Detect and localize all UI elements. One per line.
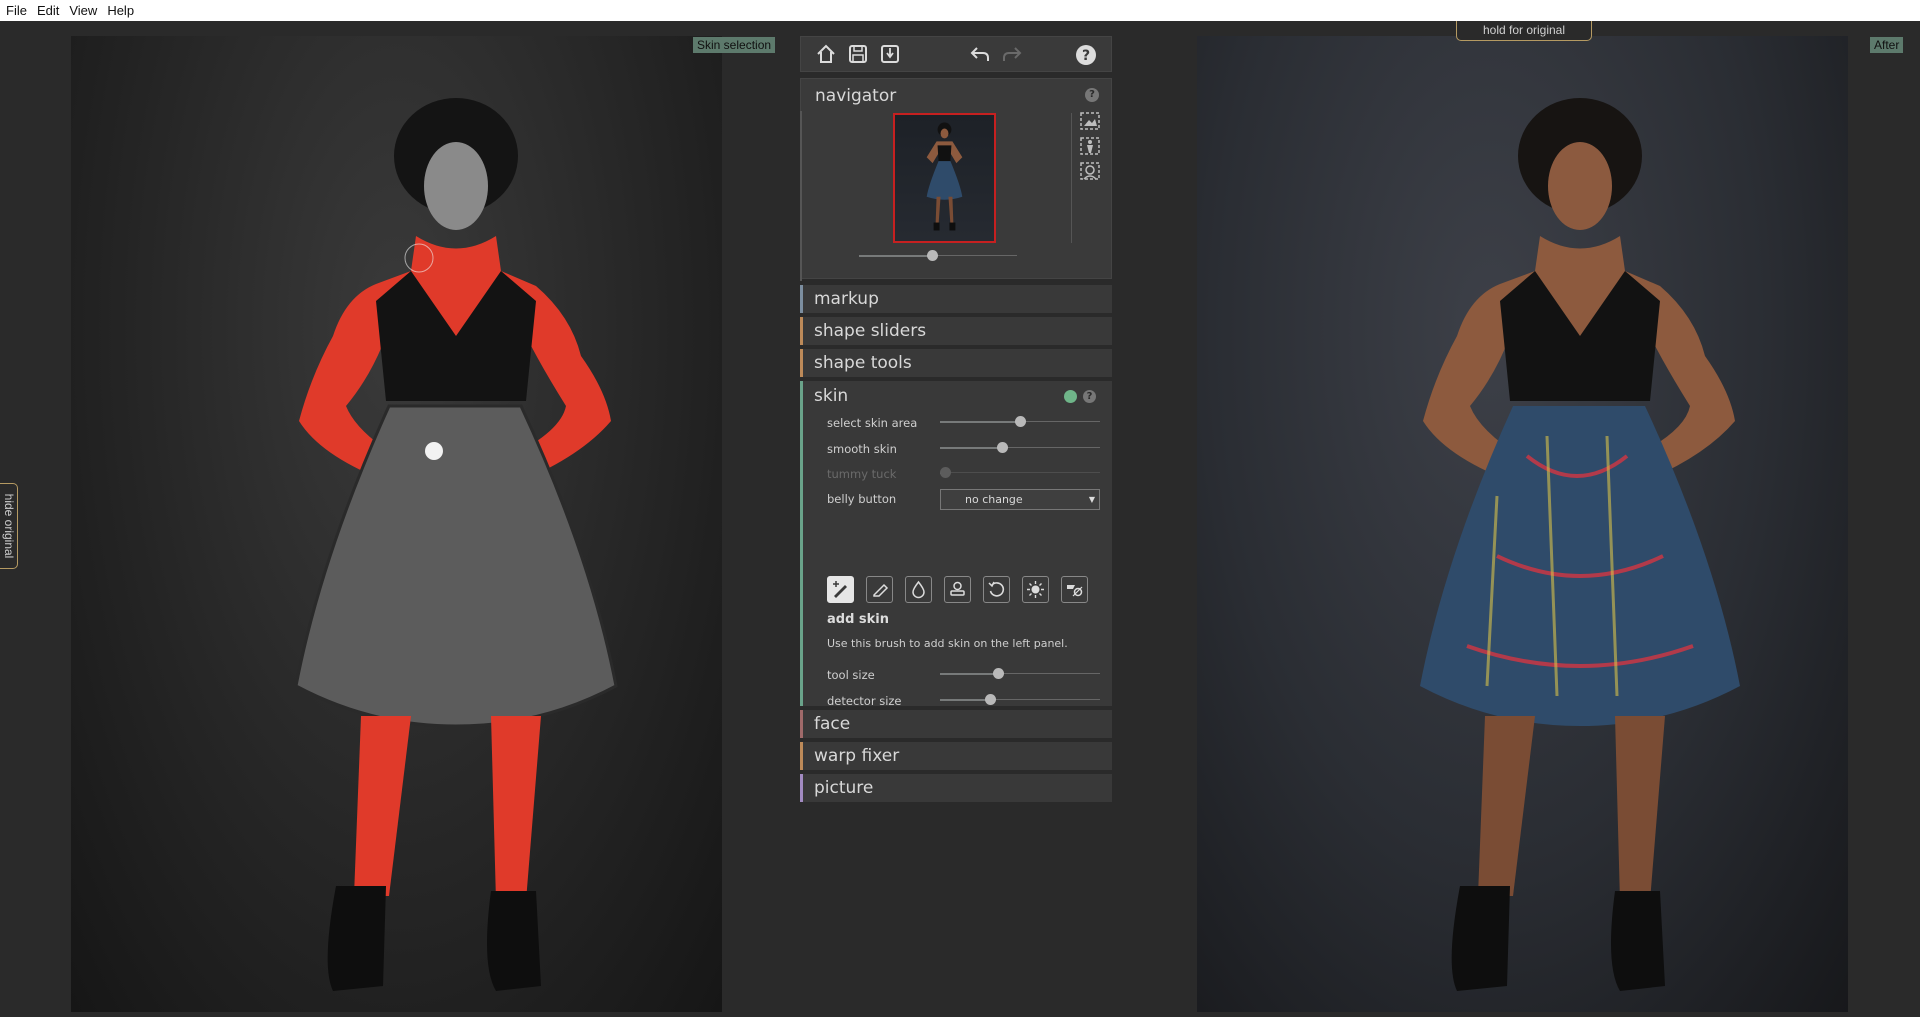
section-face-label: face	[814, 714, 851, 734]
menu-file[interactable]: File	[6, 3, 27, 18]
section-markup-label: markup	[814, 289, 879, 309]
undo-icon[interactable]	[969, 43, 991, 65]
tool-description: Use this brush to add skin on the left p…	[827, 637, 1068, 650]
menu-view[interactable]: View	[69, 3, 97, 18]
select-skin-area-slider[interactable]	[940, 416, 1100, 428]
skin-enabled-indicator[interactable]	[1064, 390, 1077, 403]
tool-title: add skin	[827, 612, 890, 627]
section-picture-label: picture	[814, 778, 874, 798]
tool-size-slider[interactable]	[940, 668, 1100, 680]
skin-brush-tools	[827, 576, 1100, 603]
navigator-zoom-slider[interactable]	[859, 250, 1017, 262]
help-icon[interactable]: ?	[1075, 44, 1097, 66]
tool-size-label: tool size	[827, 668, 875, 682]
restore-brush-button[interactable]	[983, 576, 1010, 603]
main-toolbar: ?	[800, 36, 1112, 72]
save-as-icon[interactable]	[879, 43, 901, 65]
skin-section-body: select skin area smooth skin tummy tuck …	[800, 411, 1112, 708]
section-skin-label: skin	[814, 386, 849, 406]
menu-help[interactable]: Help	[107, 3, 134, 18]
fit-image-icon[interactable]	[1079, 111, 1101, 131]
stamp-brush-button[interactable]	[944, 576, 971, 603]
menu-edit[interactable]: Edit	[37, 3, 59, 18]
eraser-icon	[873, 583, 889, 597]
brightness-brush-button[interactable]	[1022, 576, 1049, 603]
svg-text:?: ?	[1082, 48, 1090, 64]
tummy-tuck-knob[interactable]	[939, 467, 951, 478]
fit-body-icon[interactable]	[1079, 136, 1101, 156]
navigator-view-icons	[1079, 111, 1101, 186]
drop-icon	[912, 580, 925, 599]
stamp-icon	[950, 581, 965, 596]
detector-icon	[1067, 585, 1083, 597]
section-picture[interactable]: picture	[800, 774, 1112, 802]
smooth-skin-slider[interactable]	[940, 442, 1100, 454]
hide-original-label: hide original	[1, 493, 16, 559]
restore-icon	[988, 581, 1005, 597]
navigator-divider	[800, 111, 802, 281]
chevron-down-icon: ▼	[1088, 495, 1095, 504]
after-photo-illustration	[1420, 98, 1740, 991]
smooth-skin-knob[interactable]	[997, 442, 1009, 453]
detector-brush-button[interactable]	[1061, 576, 1088, 603]
navigator-zoom-knob[interactable]	[926, 250, 938, 261]
tool-size-knob[interactable]	[992, 668, 1004, 679]
belly-button-dropdown[interactable]: no change ▼	[940, 489, 1100, 510]
tummy-tuck-slider[interactable]	[939, 467, 1100, 479]
section-shape-sliders-label: shape sliders	[814, 321, 927, 341]
navigator-help-icon[interactable]: ?	[1085, 88, 1099, 102]
section-warp-fixer[interactable]: warp fixer	[800, 742, 1112, 770]
skin-selection-label: Skin selection	[693, 37, 776, 53]
section-shape-sliders[interactable]: shape sliders	[800, 317, 1112, 345]
skin-help-icon[interactable]: ?	[1083, 390, 1096, 403]
detector-size-label: detector size	[827, 694, 902, 708]
belly-button-value: no change	[965, 493, 1023, 506]
section-shape-tools[interactable]: shape tools	[800, 349, 1112, 377]
add-skin-brush-button[interactable]	[827, 576, 854, 603]
detector-size-knob[interactable]	[984, 694, 996, 705]
control-panel: ? navigator ? markup shape sliders shape…	[800, 36, 1112, 802]
navigator-thumbnail[interactable]	[893, 113, 996, 243]
detector-size-slider[interactable]	[940, 694, 1100, 706]
navigator-section: navigator ?	[800, 78, 1112, 281]
section-skin-header[interactable]: skin ?	[800, 381, 1112, 411]
hide-original-button[interactable]: hide original	[0, 483, 18, 569]
remove-skin-brush-button[interactable]	[866, 576, 893, 603]
sun-icon	[1027, 581, 1044, 598]
section-face[interactable]: face	[800, 710, 1112, 738]
before-photo-illustration	[294, 98, 618, 991]
navigator-title: navigator	[815, 86, 897, 106]
section-warp-fixer-label: warp fixer	[814, 746, 900, 766]
smooth-skin-label: smooth skin	[827, 442, 897, 456]
select-skin-area-knob[interactable]	[1015, 416, 1026, 427]
after-label: After	[1870, 37, 1904, 53]
select-skin-area-label: select skin area	[827, 416, 918, 430]
hold-for-original-button[interactable]: hold for original	[1456, 21, 1592, 41]
menu-bar: File Edit View Help	[0, 0, 1920, 21]
drop-brush-button[interactable]	[905, 576, 932, 603]
after-photo-canvas	[1197, 36, 1848, 1012]
home-icon[interactable]	[815, 43, 837, 65]
belly-button-label: belly button	[827, 492, 897, 506]
app-window: File Edit View Help Skin selection After…	[0, 0, 1920, 1017]
brush-plus-icon	[833, 581, 847, 598]
before-photo-canvas[interactable]	[71, 36, 722, 1012]
section-shape-tools-label: shape tools	[814, 353, 912, 373]
redo-icon[interactable]	[1001, 43, 1023, 65]
fit-face-icon[interactable]	[1079, 161, 1101, 181]
tummy-tuck-label: tummy tuck	[827, 467, 897, 481]
section-markup[interactable]: markup	[800, 285, 1112, 313]
save-icon[interactable]	[847, 43, 869, 65]
navigator-right-divider	[1071, 113, 1072, 243]
